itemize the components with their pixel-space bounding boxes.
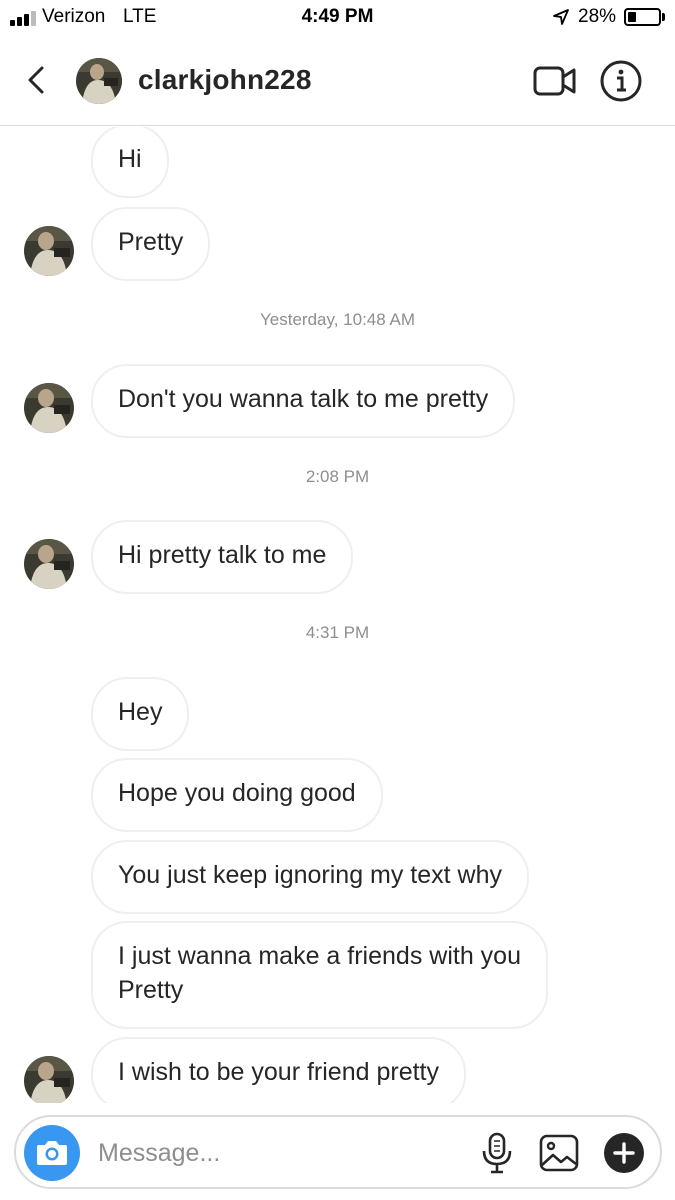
message-bubble[interactable]: Don't you wanna talk to me pretty xyxy=(91,364,516,438)
video-call-icon[interactable] xyxy=(532,62,578,100)
chat-header: clarkjohn228 xyxy=(0,36,675,126)
plus-button[interactable] xyxy=(604,1133,644,1173)
header-avatar[interactable] xyxy=(76,58,122,104)
message-thread: Hi Pretty Yesterday, 10:48 AM Don't you wan… xyxy=(0,127,675,1103)
camera-icon xyxy=(37,1141,67,1165)
message-bubble[interactable]: You just keep ignoring my text why xyxy=(91,840,530,914)
gallery-icon[interactable] xyxy=(538,1131,580,1175)
location-arrow-icon xyxy=(553,9,569,25)
sender-avatar[interactable] xyxy=(24,226,74,276)
status-time: 4:49 PM xyxy=(301,6,374,27)
camera-button[interactable] xyxy=(24,1125,80,1181)
message-bubble[interactable]: Hey xyxy=(91,677,190,751)
message-input[interactable] xyxy=(98,1135,458,1171)
message-bubble[interactable]: Pretty xyxy=(91,207,211,281)
message-timestamp: Yesterday, 10:48 AM xyxy=(260,310,415,329)
battery-icon xyxy=(624,8,661,26)
message-bubble[interactable]: I wish to be your friend pretty xyxy=(91,1037,466,1103)
sender-avatar[interactable] xyxy=(24,383,74,433)
info-icon[interactable] xyxy=(598,58,644,104)
message-bubble[interactable]: Hi pretty talk to me xyxy=(91,520,354,594)
message-timestamp: 4:31 PM xyxy=(305,623,370,642)
plus-icon xyxy=(613,1142,635,1164)
battery-cap xyxy=(662,13,665,21)
screen: Verizon LTE 4:49 PM 28% clarkjohn228 Hi … xyxy=(0,0,675,1200)
battery-percent: 28% xyxy=(578,6,617,27)
message-timestamp: 2:08 PM xyxy=(305,467,370,486)
message-bubble[interactable]: Hope you doing good xyxy=(91,758,383,832)
message-bubble[interactable]: Hi xyxy=(91,127,169,198)
back-chevron-icon[interactable] xyxy=(22,62,52,98)
status-bar: Verizon LTE 4:49 PM 28% xyxy=(0,0,675,36)
message-bubble[interactable]: I just wanna make a friends with you Pre… xyxy=(91,921,548,1029)
sender-avatar[interactable] xyxy=(24,1056,74,1103)
sender-avatar[interactable] xyxy=(24,539,74,589)
message-composer xyxy=(14,1115,662,1189)
chat-username[interactable]: clarkjohn228 xyxy=(138,64,312,96)
microphone-icon[interactable] xyxy=(480,1131,514,1175)
battery-level xyxy=(628,12,636,22)
